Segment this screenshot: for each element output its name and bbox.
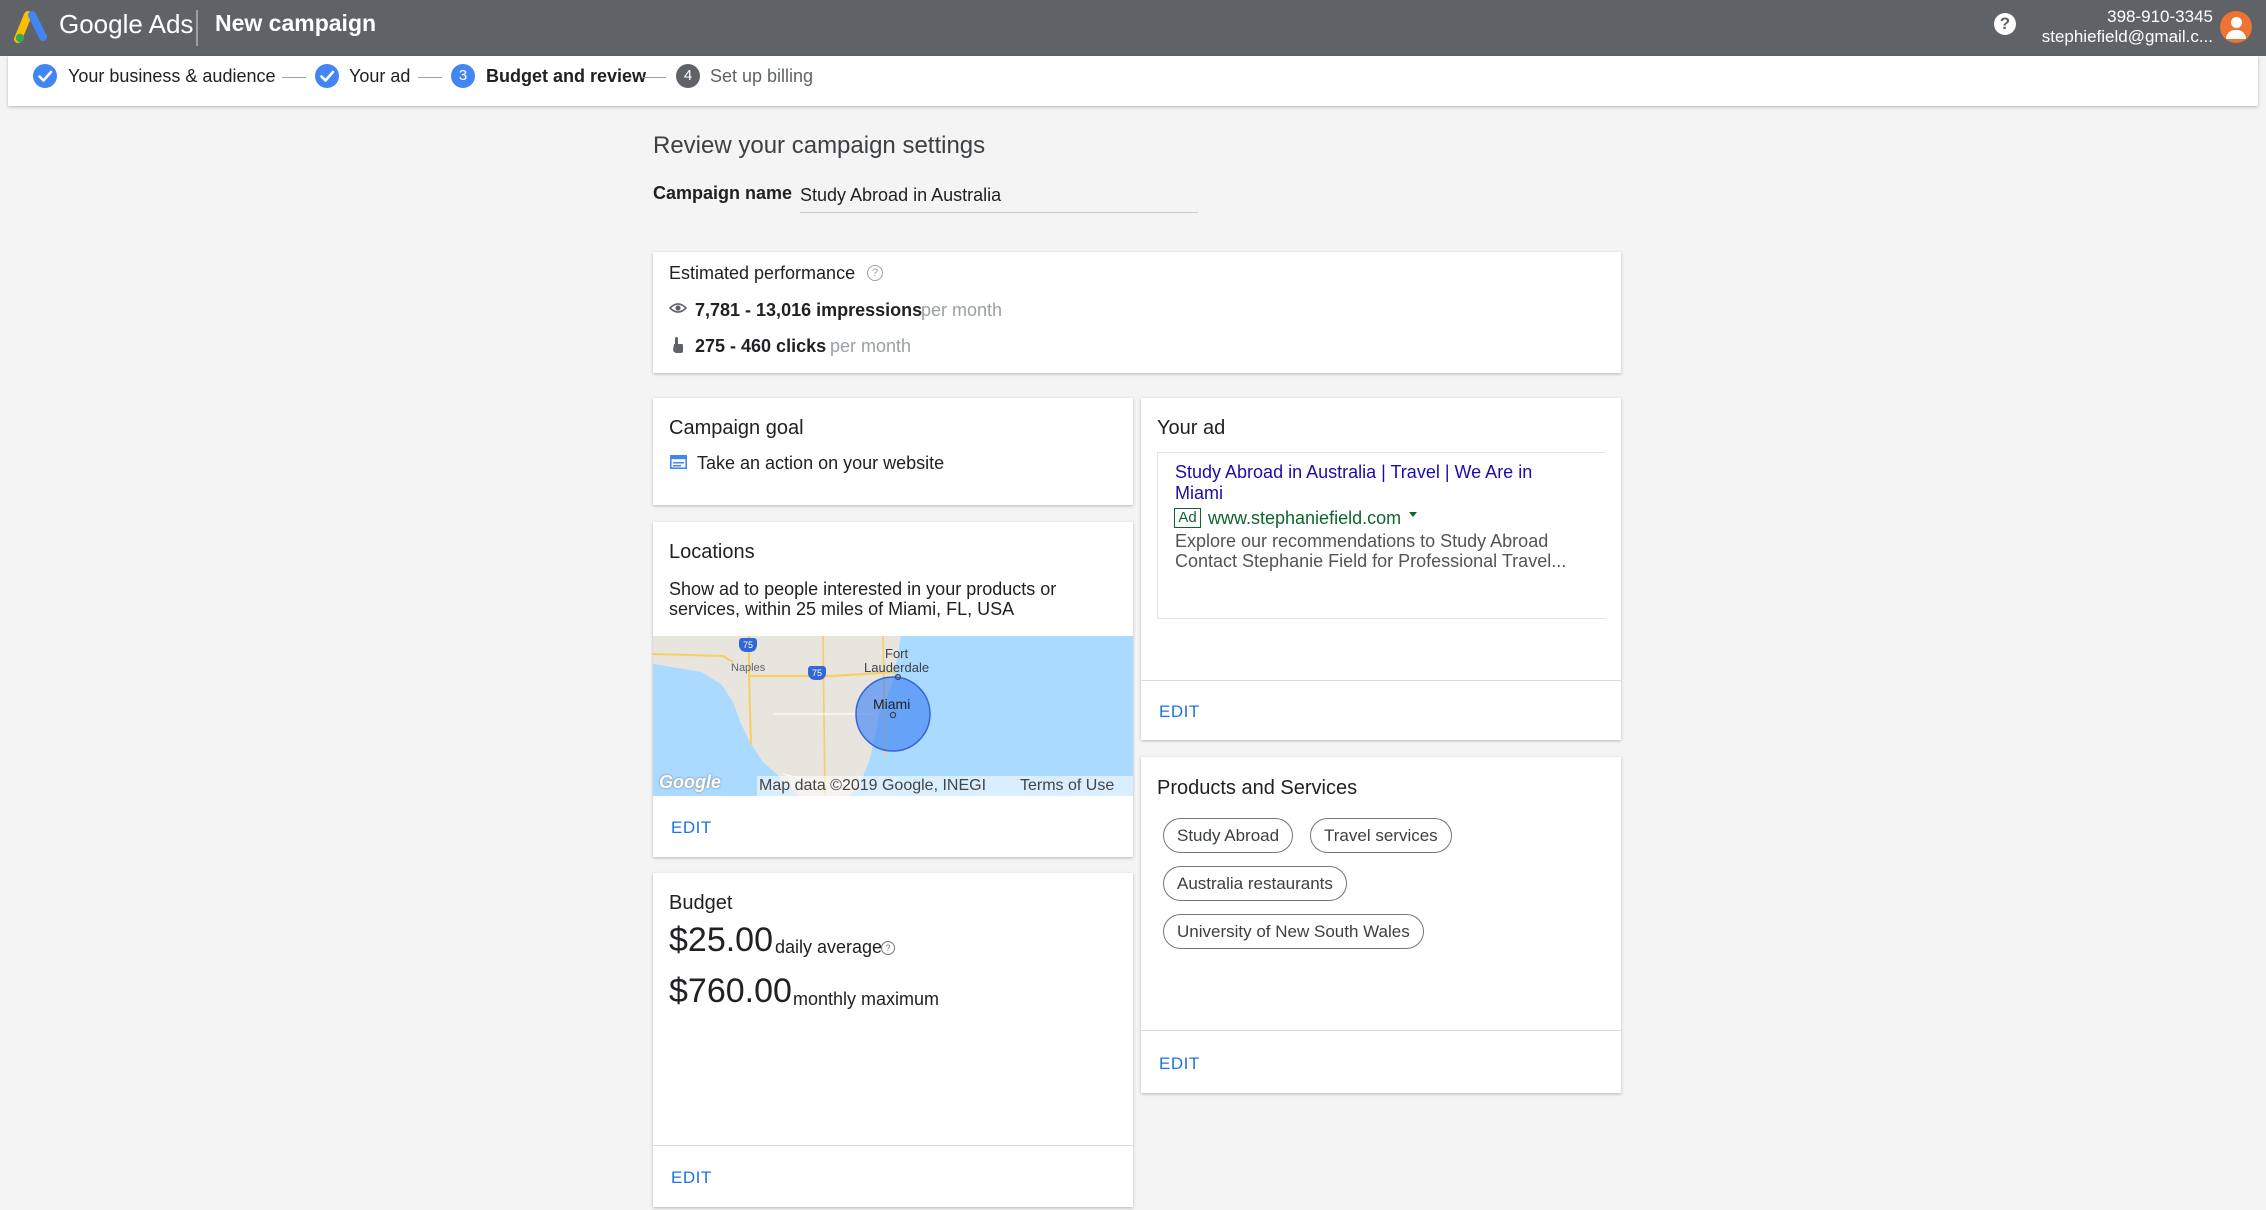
click-hand-icon xyxy=(673,337,683,353)
account-phone[interactable]: 398-910-3345 xyxy=(2107,7,2213,27)
topbar-divider xyxy=(196,10,198,46)
highway-shield-icon: 75 xyxy=(739,638,757,652)
locations-desc-line2: services, within 25 miles of Miami, FL, … xyxy=(669,599,1015,619)
map-google-logo: Google xyxy=(659,772,721,792)
ad-edit-button[interactable]: EDIT xyxy=(1159,702,1200,722)
card-divider xyxy=(653,1145,1133,1146)
campaign-name-input[interactable] xyxy=(800,178,1198,213)
monthly-budget-label: monthly maximum xyxy=(793,989,940,1009)
ad-display-url[interactable]: www.stephaniefield.com xyxy=(1208,508,1401,529)
step-2-check-icon xyxy=(315,64,339,88)
impressions-range: 7,781 - 13,016 impressions xyxy=(695,300,923,320)
daily-budget-amount: $25.00 xyxy=(669,921,773,959)
avatar-body xyxy=(2226,30,2246,39)
step-connector xyxy=(642,77,666,78)
your-ad-card: Your ad Study Abroad in Australia | Trav… xyxy=(1141,398,1621,740)
estimated-performance-title: Estimated performance xyxy=(669,263,856,283)
step-3-number: 3 xyxy=(451,64,475,88)
campaign-stepper xyxy=(8,56,2258,106)
ad-headline-line2[interactable]: Miami xyxy=(1175,483,1223,504)
caret-down-icon xyxy=(1409,512,1417,517)
campaign-name-label: Campaign name xyxy=(653,183,793,203)
campaign-goal-card: Campaign goal Take an action on your web… xyxy=(653,398,1133,505)
map-label-naples: Naples xyxy=(731,662,766,674)
step-1-check-icon xyxy=(33,64,57,88)
impressions-unit: per month xyxy=(921,300,1003,320)
step-4-number: 4 xyxy=(676,64,700,88)
google-ads-logo-icon[interactable] xyxy=(14,10,50,46)
campaign-goal-value: Take an action on your website xyxy=(697,453,945,473)
daily-budget-label: daily average xyxy=(775,937,883,957)
help-circle-icon[interactable]: ? xyxy=(867,265,883,281)
clicks-range: 275 - 460 clicks xyxy=(695,336,827,356)
campaign-goal-title: Campaign goal xyxy=(669,417,804,439)
budget-card: Budget $25.00 daily average ? $760.00 mo… xyxy=(653,873,1133,1207)
avatar-person-icon xyxy=(2231,17,2242,28)
products-services-card: Products and Services Study Abroad Trave… xyxy=(1141,757,1621,1093)
step-3-label[interactable]: Budget and review xyxy=(486,66,646,87)
location-map[interactable]: 75 75 Naples Fort Lauderdale Miami Googl… xyxy=(653,636,1133,796)
product-chip[interactable]: Study Abroad xyxy=(1163,818,1294,853)
your-ad-title: Your ad xyxy=(1157,417,1226,439)
map-label-fort: Fort xyxy=(885,646,909,661)
locations-title: Locations xyxy=(669,541,755,563)
map-attribution: Map data ©2019 Google, INEGI xyxy=(759,777,987,794)
clicks-unit: per month xyxy=(830,336,912,356)
products-services-title: Products and Services xyxy=(1157,777,1358,799)
review-heading: Review your campaign settings xyxy=(653,132,986,159)
products-edit-button[interactable]: EDIT xyxy=(1159,1054,1200,1074)
budget-title: Budget xyxy=(669,892,733,914)
product-chip[interactable]: Australia restaurants xyxy=(1163,866,1347,901)
page-title: New campaign xyxy=(215,10,377,36)
card-divider xyxy=(1141,1030,1621,1031)
map-label-lauderdale: Lauderdale xyxy=(864,660,930,675)
website-icon xyxy=(670,455,687,469)
step-4-label[interactable]: Set up billing xyxy=(710,66,813,87)
card-divider xyxy=(1141,680,1621,681)
help-icon[interactable]: ? xyxy=(1994,13,2016,35)
step-connector xyxy=(418,77,442,78)
product-chip[interactable]: University of New South Wales xyxy=(1163,914,1424,949)
monthly-budget-amount: $760.00 xyxy=(669,972,792,1010)
map-label-miami: Miami xyxy=(873,696,911,712)
ad-headline-line1[interactable]: Study Abroad in Australia | Travel | We … xyxy=(1175,462,1532,483)
locations-desc-line1: Show ad to people interested in your pro… xyxy=(669,579,1057,599)
account-email[interactable]: stephiefield@gmail.c... xyxy=(2042,27,2213,47)
step-connector xyxy=(282,77,306,78)
locations-edit-button[interactable]: EDIT xyxy=(671,818,712,838)
eye-icon xyxy=(669,303,687,313)
step-1-label[interactable]: Your business & audience xyxy=(68,66,275,87)
product-chip[interactable]: Travel services xyxy=(1310,818,1452,853)
ad-badge: Ad xyxy=(1174,508,1201,528)
estimated-performance-card: Estimated performance ? 7,781 - 13,016 i… xyxy=(653,252,1621,373)
help-circle-icon[interactable]: ? xyxy=(881,941,895,955)
map-terms-link[interactable]: Terms of Use xyxy=(1020,777,1114,795)
highway-shield-icon: 75 xyxy=(808,666,826,680)
step-2-label[interactable]: Your ad xyxy=(349,66,410,87)
brand-name[interactable]: Google Ads xyxy=(59,9,193,40)
ad-description-line1: Explore our recommendations to Study Abr… xyxy=(1175,531,1549,551)
locations-card: Locations Show ad to people interested i… xyxy=(653,522,1133,857)
avatar[interactable] xyxy=(2220,11,2252,43)
ad-description-line2: Contact Stephanie Field for Professional… xyxy=(1175,551,1567,571)
budget-edit-button[interactable]: EDIT xyxy=(671,1168,712,1188)
